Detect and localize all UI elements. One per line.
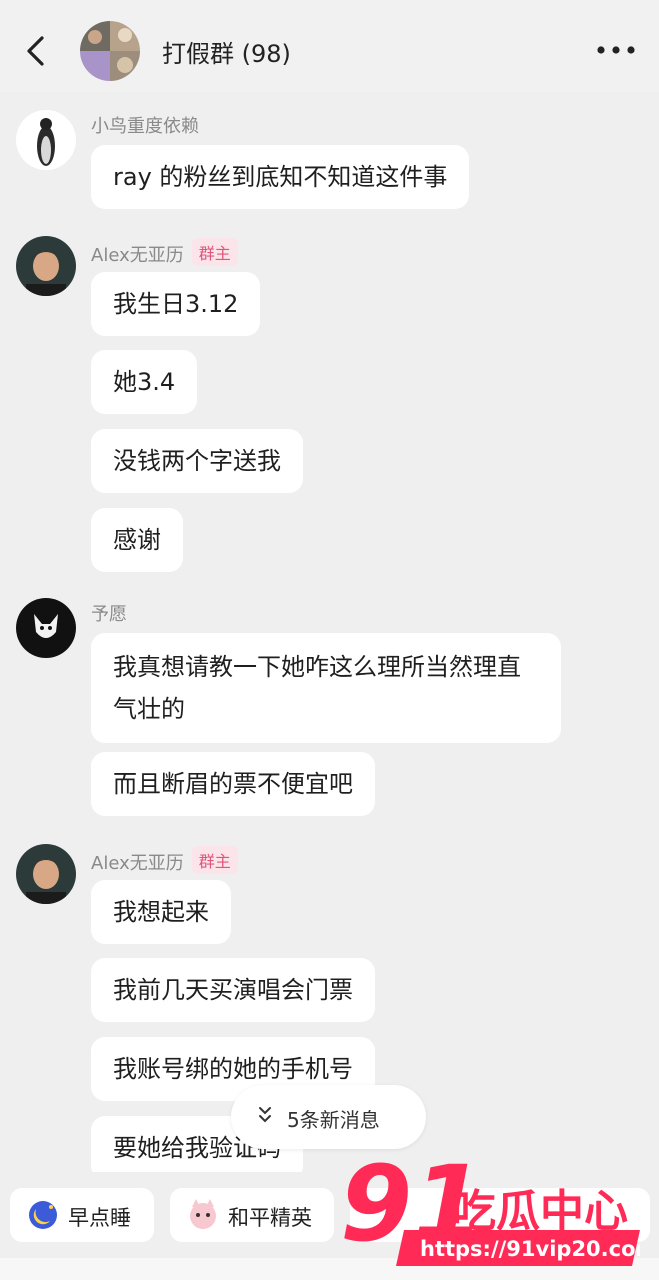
sender-name-text: Alex无亚历: [91, 853, 184, 874]
owner-badge: 群主: [191, 846, 238, 874]
group-avatar[interactable]: [80, 21, 140, 81]
message-bubble[interactable]: 感谢: [91, 508, 183, 572]
message-bubble[interactable]: 我生日3.12: [91, 272, 261, 336]
message-bubble[interactable]: 我想起来: [91, 880, 231, 944]
svg-text:吃瓜中心: 吃瓜中心: [452, 1186, 628, 1237]
avatar[interactable]: [16, 110, 76, 170]
sender-name: Alex无亚历 群主: [91, 238, 238, 267]
message-bubble[interactable]: 而且断眉的票不便宜吧: [91, 752, 375, 816]
chat-header: 打假群 (98): [0, 0, 659, 92]
chat-title: 打假群 (98): [162, 40, 291, 68]
message-bubble[interactable]: 我真想请教一下她咋这么理所当然理直气壮的: [91, 633, 561, 743]
moon-sleep-icon: [29, 1201, 57, 1229]
chevron-left-icon[interactable]: [22, 34, 48, 68]
new-messages-button[interactable]: 5条新消息: [231, 1085, 426, 1149]
avatar[interactable]: [16, 598, 76, 658]
message-bubble[interactable]: 没钱两个字送我: [91, 429, 303, 493]
more-horizontal-icon[interactable]: [596, 43, 636, 57]
sender-name: 小鸟重度依赖: [91, 116, 199, 137]
sender-name: Alex无亚历 群主: [91, 846, 238, 875]
quick-action-game[interactable]: 和平精英: [170, 1188, 334, 1242]
double-chevron-down-icon: [259, 1107, 271, 1123]
quick-action-label: 和平精英: [228, 1206, 312, 1230]
message-list[interactable]: 小鸟重度依赖 ray 的粉丝到底知不知道这件事 Alex无亚历 群主 我生日3.1…: [0, 92, 659, 1172]
message-bubble[interactable]: 我前几天买演唱会门票: [91, 958, 375, 1022]
owner-badge: 群主: [191, 238, 238, 266]
sender-name-text: Alex无亚历: [91, 245, 184, 266]
cat-face-icon: [190, 1199, 216, 1229]
quick-action-sleep[interactable]: 早点睡: [10, 1188, 154, 1242]
quick-action-label: 早点睡: [68, 1206, 131, 1230]
watermark-logo: 91 吃瓜中心 https://91vip20.com: [340, 1148, 640, 1266]
message-bubble[interactable]: 她3.4: [91, 350, 198, 414]
svg-text:https://91vip20.com: https://91vip20.com: [420, 1237, 640, 1261]
new-messages-label: 5条新消息: [287, 1108, 380, 1132]
avatar[interactable]: [16, 844, 76, 904]
avatar[interactable]: [16, 236, 76, 296]
sender-name: 予愿: [91, 604, 127, 625]
message-bubble[interactable]: ray 的粉丝到底知不知道这件事: [91, 145, 470, 209]
